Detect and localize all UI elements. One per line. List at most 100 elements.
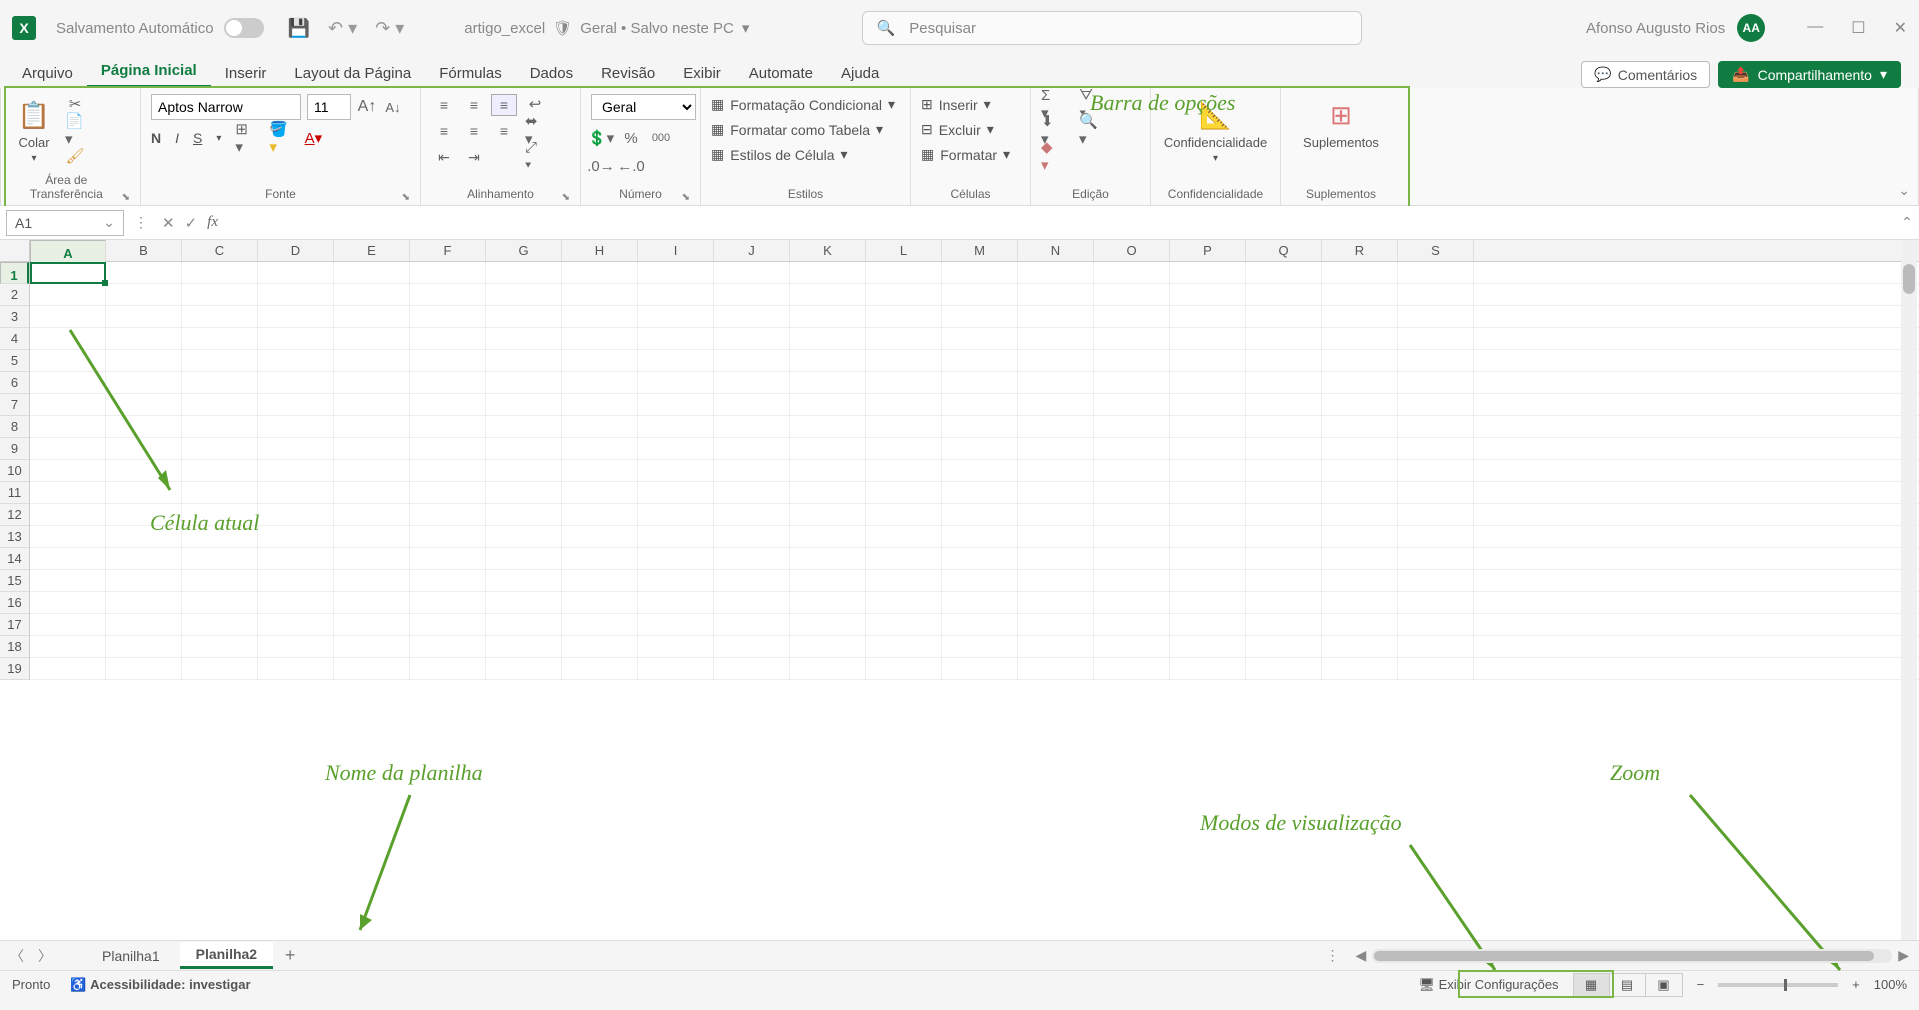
cell[interactable] [1094,570,1170,591]
merge-icon[interactable]: ⬌ ▾ [525,120,545,140]
row-header[interactable]: 15 [0,570,29,592]
cell[interactable] [714,636,790,657]
cell[interactable] [638,614,714,635]
cell[interactable] [1246,284,1322,305]
cell[interactable] [562,306,638,327]
column-header[interactable]: O [1094,240,1170,261]
column-header[interactable]: D [258,240,334,261]
cell[interactable] [258,394,334,415]
cell[interactable] [182,372,258,393]
row-header[interactable]: 11 [0,482,29,504]
cell[interactable] [638,394,714,415]
cell[interactable] [1322,416,1398,437]
cell[interactable] [410,394,486,415]
cell[interactable] [942,658,1018,679]
cell[interactable] [1398,416,1474,437]
cell[interactable] [486,328,562,349]
cell[interactable] [866,592,942,613]
cell[interactable] [258,416,334,437]
cell[interactable] [106,262,182,283]
cell[interactable] [790,482,866,503]
cell[interactable] [182,284,258,305]
cell[interactable] [30,416,106,437]
find-icon[interactable]: 🔍 ▾ [1079,120,1099,140]
cell[interactable] [410,504,486,525]
cell[interactable] [258,592,334,613]
cell[interactable] [1398,482,1474,503]
row-header[interactable]: 1 [0,262,29,284]
tab-layout[interactable]: Layout da Página [280,59,425,88]
scroll-left-icon[interactable]: ◀ [1355,947,1366,964]
cell[interactable] [334,306,410,327]
display-settings-button[interactable]: 🖥 Exibir Configurações [1418,977,1558,993]
cell[interactable] [1246,636,1322,657]
row-header[interactable]: 3 [0,306,29,328]
cell[interactable] [790,548,866,569]
select-all-corner[interactable] [0,240,30,261]
cell[interactable] [714,570,790,591]
row-header[interactable]: 6 [0,372,29,394]
row-header[interactable]: 4 [0,328,29,350]
vertical-scrollbar[interactable] [1901,240,1917,940]
column-header[interactable]: F [410,240,486,261]
cell[interactable] [866,438,942,459]
cell[interactable] [790,438,866,459]
cell[interactable] [1170,548,1246,569]
cell[interactable] [410,306,486,327]
cell[interactable] [486,416,562,437]
minimize-icon[interactable]: — [1807,18,1823,38]
cell[interactable] [638,306,714,327]
cell[interactable] [106,636,182,657]
cell[interactable] [1322,306,1398,327]
cell[interactable] [790,592,866,613]
menu-dots-icon[interactable]: ⋮ [130,214,152,231]
cell[interactable] [1170,592,1246,613]
column-header[interactable]: J [714,240,790,261]
cell[interactable] [1094,548,1170,569]
cell[interactable] [410,592,486,613]
cell[interactable] [258,570,334,591]
cell[interactable] [1018,570,1094,591]
cell[interactable] [1246,504,1322,525]
cell[interactable] [562,570,638,591]
cell[interactable] [334,504,410,525]
cell[interactable] [334,592,410,613]
cell[interactable] [410,614,486,635]
sort-filter-icon[interactable]: ᗊ ▾ [1079,94,1099,114]
cell[interactable] [334,438,410,459]
cell[interactable] [106,284,182,305]
cell[interactable] [866,284,942,305]
cell[interactable] [1398,460,1474,481]
cell[interactable] [1246,570,1322,591]
cell[interactable] [486,526,562,547]
cell[interactable] [30,306,106,327]
sheet-tab-1[interactable]: Planilha1 [86,944,176,968]
cell[interactable] [1094,262,1170,283]
column-header[interactable]: I [638,240,714,261]
cell[interactable] [106,482,182,503]
cell[interactable] [790,328,866,349]
cell[interactable] [334,416,410,437]
cell[interactable] [562,592,638,613]
cell[interactable] [638,482,714,503]
cell[interactable] [1398,504,1474,525]
cell[interactable] [1322,614,1398,635]
cell[interactable] [182,504,258,525]
cell[interactable] [258,372,334,393]
cell[interactable] [1170,504,1246,525]
cell[interactable] [1094,482,1170,503]
cell[interactable] [942,614,1018,635]
cell[interactable] [410,658,486,679]
cell[interactable] [1094,416,1170,437]
cell[interactable] [30,284,106,305]
row-header[interactable]: 12 [0,504,29,526]
cell[interactable] [866,460,942,481]
user-name[interactable]: Afonso Augusto Rios [1586,20,1725,37]
cell[interactable] [866,416,942,437]
cell[interactable] [638,284,714,305]
cell[interactable] [562,372,638,393]
cell[interactable] [486,592,562,613]
cell[interactable] [1398,262,1474,283]
cell[interactable] [1246,460,1322,481]
collapse-ribbon-icon[interactable]: ⌄ [1898,182,1910,199]
